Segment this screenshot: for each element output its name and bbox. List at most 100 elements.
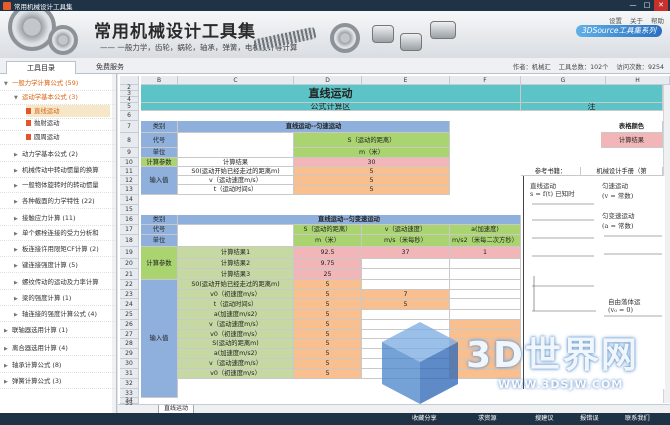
- sidebar-item[interactable]: ▼ 一般力学计算公式 (59): [4, 77, 110, 89]
- input-value-cell-e[interactable]: [362, 320, 450, 330]
- sidebar-item[interactable]: ▶ 各种截面的力学特性 (22): [14, 195, 110, 207]
- input-value-cell[interactable]: 5: [294, 167, 450, 176]
- sidebar-item[interactable]: ▼ 运动学基本公式 (3): [14, 91, 110, 103]
- report-error-button[interactable]: 报错误: [580, 414, 599, 424]
- contact-us-button[interactable]: 联系我们: [625, 414, 650, 424]
- input-value-cell[interactable]: 5: [294, 330, 362, 339]
- expand-down-icon[interactable]: ▼: [14, 92, 22, 104]
- expand-right-icon[interactable]: ▶: [14, 244, 22, 256]
- input-value-cell-e[interactable]: [362, 349, 450, 359]
- sidebar-item[interactable]: ▶ 一般物体旋转时的转动惯量: [14, 179, 110, 191]
- input-value-cell-f[interactable]: [450, 290, 521, 299]
- row-header[interactable]: 7: [120, 121, 139, 133]
- sidebar-item[interactable]: ▶ 螺纹传动的运动及力率计算: [14, 276, 110, 288]
- row-header[interactable]: 24: [120, 299, 139, 310]
- row-header[interactable]: 11: [120, 167, 139, 176]
- expand-right-icon[interactable]: ▶: [4, 376, 12, 388]
- tab-tool-directory[interactable]: 工具目录: [6, 61, 76, 74]
- input-value-cell[interactable]: 5: [294, 310, 362, 320]
- row-header[interactable]: 21: [120, 269, 139, 280]
- column-header[interactable]: D: [294, 76, 362, 85]
- sidebar-item[interactable]: ▶ 离合器选用计算 (4): [4, 342, 110, 354]
- row-header[interactable]: 28: [120, 339, 139, 349]
- expand-right-icon[interactable]: ▶: [4, 325, 12, 337]
- column-header[interactable]: G: [521, 76, 606, 85]
- input-value-cell-f[interactable]: [450, 310, 521, 320]
- expand-right-icon[interactable]: ▶: [4, 360, 12, 372]
- sheet-tab-linear-motion[interactable]: 直线运动: [158, 405, 195, 413]
- row-header[interactable]: 10: [120, 158, 139, 167]
- sidebar-item[interactable]: ▶ 轴连接的强度计算公式 (4): [14, 308, 110, 320]
- about-link[interactable]: 关于: [630, 15, 643, 25]
- maximize-button[interactable]: □: [640, 0, 654, 11]
- sidebar-item[interactable]: ▶ 动力学基本公式 (2): [14, 148, 110, 160]
- row-header[interactable]: 16: [120, 215, 139, 225]
- expand-right-icon[interactable]: ▶: [14, 228, 22, 240]
- input-value-cell-f[interactable]: [450, 339, 521, 349]
- input-value-cell-e[interactable]: [362, 310, 450, 320]
- expand-right-icon[interactable]: ▶: [14, 309, 22, 321]
- help-link[interactable]: 帮助: [651, 15, 664, 25]
- sidebar-item[interactable]: ▶ 联轴器选用计算 (1): [4, 324, 110, 336]
- column-header[interactable]: F: [450, 76, 521, 85]
- row-header[interactable]: 5: [120, 103, 139, 111]
- expand-down-icon[interactable]: ▼: [4, 78, 12, 90]
- sidebar-item[interactable]: ▶ 单个螺栓连接的受力分析和: [14, 227, 110, 239]
- expand-right-icon[interactable]: ▶: [4, 343, 12, 355]
- expand-right-icon[interactable]: ▶: [14, 213, 22, 225]
- sidebar-item[interactable]: 圆周运动: [26, 131, 110, 143]
- input-value-cell[interactable]: 5: [294, 176, 450, 185]
- input-value-cell-e[interactable]: [362, 359, 450, 369]
- sidebar-item[interactable]: ▶ 接触应力计算 (11): [14, 212, 110, 224]
- row-header[interactable]: 15: [120, 205, 139, 215]
- expand-right-icon[interactable]: ▶: [14, 277, 22, 289]
- input-value-cell[interactable]: 5: [294, 339, 362, 349]
- tab-free-service[interactable]: 免费服务: [84, 61, 136, 74]
- expand-right-icon[interactable]: ▶: [14, 180, 22, 192]
- input-value-cell[interactable]: 5: [294, 349, 362, 359]
- input-value-cell-f[interactable]: [450, 330, 521, 339]
- expand-right-icon[interactable]: ▶: [14, 196, 22, 208]
- input-value-cell[interactable]: 5: [294, 290, 362, 299]
- row-header[interactable]: 18: [120, 235, 139, 247]
- row-header[interactable]: 19: [120, 247, 139, 259]
- column-header[interactable]: C: [178, 76, 294, 85]
- column-header[interactable]: H: [606, 76, 670, 85]
- sidebar-item[interactable]: 抛射运动: [26, 117, 110, 129]
- input-value-cell-e[interactable]: [362, 330, 450, 339]
- row-header[interactable]: 31: [120, 369, 139, 379]
- input-value-cell-f[interactable]: [450, 349, 521, 359]
- input-value-cell[interactable]: 5: [294, 280, 362, 290]
- input-value-cell-f[interactable]: [450, 320, 521, 330]
- row-header[interactable]: 26: [120, 320, 139, 330]
- suggestion-button[interactable]: 搜建议: [535, 414, 554, 424]
- row-header[interactable]: 8: [120, 133, 139, 148]
- input-value-cell[interactable]: 5: [294, 359, 362, 369]
- input-value-cell[interactable]: 5: [294, 185, 450, 195]
- input-value-cell-f[interactable]: [450, 299, 521, 310]
- row-header[interactable]: 6: [120, 111, 139, 121]
- input-value-cell-e[interactable]: [362, 339, 450, 349]
- share-button[interactable]: 收藏分享: [412, 414, 437, 424]
- row-header[interactable]: 23: [120, 290, 139, 299]
- settings-link[interactable]: 设置: [609, 15, 622, 25]
- expand-right-icon[interactable]: ▶: [14, 149, 22, 161]
- row-header[interactable]: 25: [120, 310, 139, 320]
- input-value-cell-f[interactable]: [450, 359, 521, 369]
- row-header[interactable]: 27: [120, 330, 139, 339]
- input-value-cell-e[interactable]: [362, 369, 450, 379]
- row-header[interactable]: 20: [120, 259, 139, 269]
- sidebar-scrollbar[interactable]: [112, 74, 116, 413]
- column-header[interactable]: E: [362, 76, 450, 85]
- close-button[interactable]: ✕: [654, 0, 668, 11]
- sidebar-item[interactable]: ▶ 板连接许用限矩CF计算 (2): [14, 243, 110, 255]
- row-header[interactable]: 29: [120, 349, 139, 359]
- sidebar-item[interactable]: ▶ 弹簧计算公式 (3): [4, 375, 110, 387]
- sidebar-item[interactable]: ▶ 轴承计算公式 (8): [4, 359, 110, 371]
- row-header[interactable]: 32: [120, 379, 139, 389]
- input-value-cell-e[interactable]: [362, 280, 450, 290]
- sidebar-item[interactable]: ▶ 键连接强度计算 (5): [14, 259, 110, 271]
- sidebar-item[interactable]: 直线运动: [26, 105, 110, 117]
- input-value-cell-f[interactable]: [450, 280, 521, 290]
- expand-right-icon[interactable]: ▶: [14, 165, 22, 177]
